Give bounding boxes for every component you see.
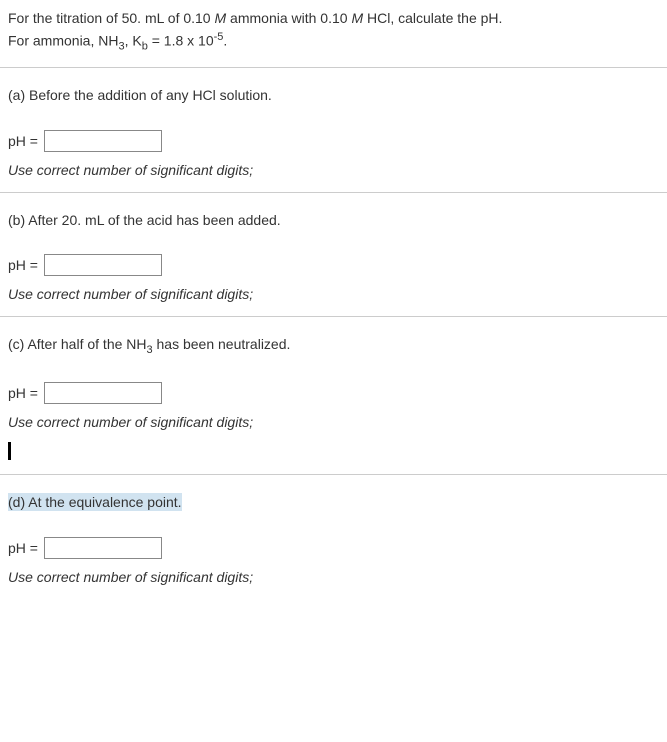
question-c: (c) After half of the NH3 has been neutr…	[0, 317, 667, 475]
intro-line-1: For the titration of 50. mL of 0.10 M am…	[8, 8, 659, 29]
molarity-symbol: M	[351, 10, 363, 26]
text: has been neutralized.	[153, 336, 291, 352]
answer-line-c: pH =	[8, 382, 659, 404]
ph-input-a[interactable]	[44, 130, 162, 152]
question-d: (d) At the equivalence point. pH = Use c…	[0, 475, 667, 599]
question-c-prompt: (c) After half of the NH3 has been neutr…	[8, 335, 659, 358]
text: , K	[125, 33, 142, 49]
text: For ammonia, NH	[8, 33, 118, 49]
question-a-prompt: (a) Before the addition of any HCl solut…	[8, 86, 659, 106]
answer-line-a: pH =	[8, 130, 659, 152]
question-b: (b) After 20. mL of the acid has been ad…	[0, 193, 667, 318]
hint-b: Use correct number of significant digits…	[8, 286, 659, 302]
ph-input-d[interactable]	[44, 537, 162, 559]
ph-input-c[interactable]	[44, 382, 162, 404]
text: HCl, calculate the pH.	[363, 10, 502, 26]
text-cursor-icon	[8, 442, 11, 460]
hint-c: Use correct number of significant digits…	[8, 414, 659, 430]
answer-line-b: pH =	[8, 254, 659, 276]
text: (c) After half of the NH	[8, 336, 147, 352]
ph-input-b[interactable]	[44, 254, 162, 276]
ph-label: pH =	[8, 133, 38, 149]
ph-label: pH =	[8, 540, 38, 556]
intro-line-2: For ammonia, NH3, Kb = 1.8 x 10-5.	[8, 29, 659, 55]
hint-d: Use correct number of significant digits…	[8, 569, 659, 585]
question-a: (a) Before the addition of any HCl solut…	[0, 68, 667, 193]
question-d-prompt: (d) At the equivalence point.	[8, 493, 659, 513]
text: For the titration of 50. mL of 0.10	[8, 10, 214, 26]
answer-line-d: pH =	[8, 537, 659, 559]
text: = 1.8 x 10	[148, 33, 214, 49]
question-b-prompt: (b) After 20. mL of the acid has been ad…	[8, 211, 659, 231]
ph-label: pH =	[8, 257, 38, 273]
text: .	[223, 33, 227, 49]
text: ammonia with 0.10	[226, 10, 351, 26]
hint-a: Use correct number of significant digits…	[8, 162, 659, 178]
ph-label: pH =	[8, 385, 38, 401]
highlighted-text: (d) At the equivalence point.	[8, 493, 182, 511]
molarity-symbol: M	[214, 10, 226, 26]
superscript: -5	[214, 31, 224, 43]
problem-statement: For the titration of 50. mL of 0.10 M am…	[0, 0, 667, 68]
